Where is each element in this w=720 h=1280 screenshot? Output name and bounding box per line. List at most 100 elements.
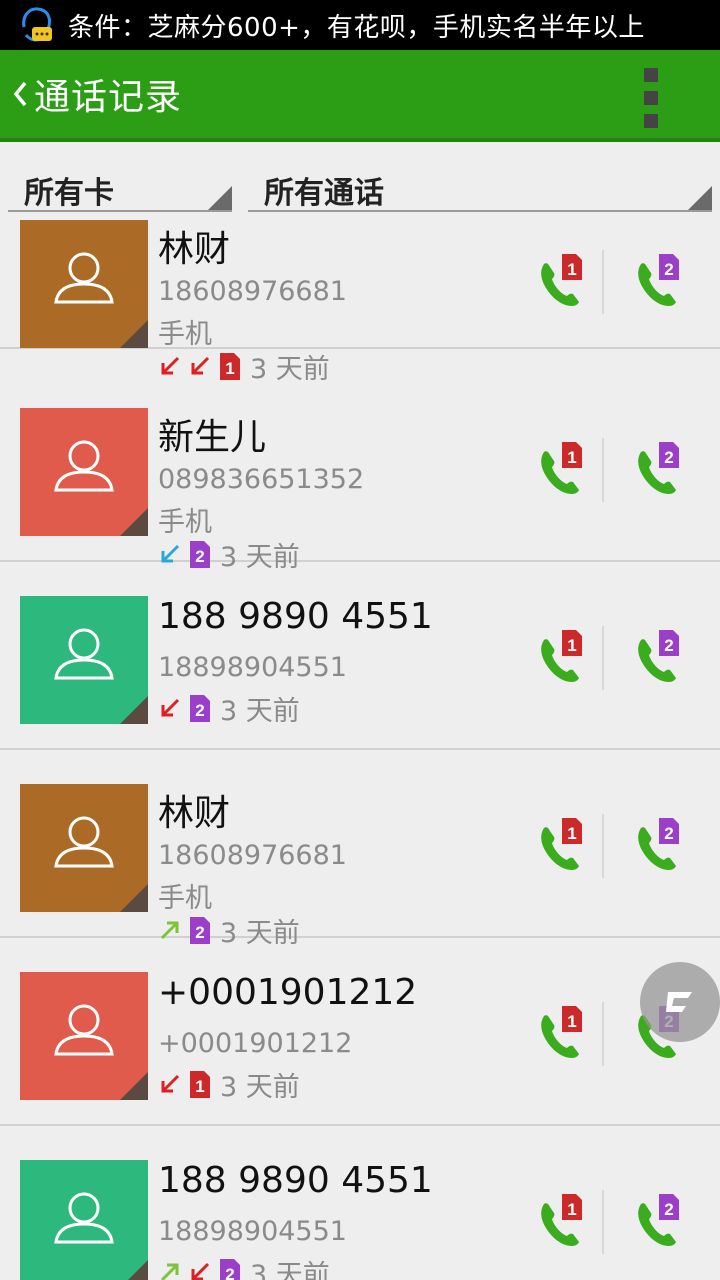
- missed-call-icon: [188, 1260, 212, 1280]
- avatar-corner: [120, 884, 148, 912]
- call-sim1-button[interactable]: 1: [534, 1004, 594, 1064]
- avatar-corner: [120, 508, 148, 536]
- avatar[interactable]: [20, 972, 148, 1100]
- back-button[interactable]: [8, 74, 32, 114]
- call-sim2-button[interactable]: 2: [631, 440, 691, 500]
- phone-sim1-icon: 1: [541, 442, 582, 494]
- phone-number: 18608976681: [158, 276, 347, 307]
- missed-call-icon: [158, 696, 182, 720]
- svg-text:1: 1: [567, 636, 576, 655]
- call-sim1-button[interactable]: 1: [534, 1192, 594, 1252]
- call-sim2-button[interactable]: 2: [631, 252, 691, 312]
- call-meta: 2 3 天前: [158, 692, 300, 727]
- svg-text:2: 2: [664, 824, 673, 843]
- app-toolbar: 通话记录: [0, 50, 720, 142]
- call-row[interactable]: 188 9890 4551 18898904551 2 3 天前 1 2: [0, 1126, 720, 1280]
- button-divider: [602, 1002, 604, 1066]
- svg-text:2: 2: [195, 701, 204, 720]
- number-type-label: 手机: [158, 883, 212, 914]
- status-message: 条件：芝麻分600+，有花呗，手机实名半年以上: [68, 12, 645, 43]
- chat-headset-icon: [22, 7, 52, 42]
- page-title: 通话记录: [34, 77, 183, 118]
- status-bar: 条件：芝麻分600+，有花呗，手机实名半年以上: [0, 0, 720, 50]
- call-row[interactable]: 林财 18608976681 手机 2 3 天前 1 2: [0, 750, 720, 949]
- phone-number: 18898904551: [158, 652, 347, 683]
- avatar-corner: [120, 696, 148, 724]
- phone-number: 18608976681: [158, 840, 347, 871]
- sim2-badge-icon: 2: [220, 1258, 240, 1280]
- call-sim1-button[interactable]: 1: [534, 440, 594, 500]
- phone-number: +0001901212: [158, 1028, 353, 1059]
- call-time: 3 天前: [250, 1259, 330, 1280]
- outgoing-call-icon: [158, 1260, 182, 1280]
- contact-name: 188 9890 4551: [158, 1160, 433, 1201]
- avatar[interactable]: [20, 596, 148, 724]
- sim-card-filter[interactable]: 所有卡: [8, 164, 232, 212]
- call-sim1-button[interactable]: 1: [534, 628, 594, 688]
- call-meta: 1 3 天前: [158, 1068, 300, 1103]
- phone-sim1-icon: 1: [541, 1006, 582, 1058]
- phone-sim1-icon: 1: [541, 818, 582, 870]
- phone-sim2-icon: 2: [638, 1194, 679, 1246]
- overflow-menu-button[interactable]: [644, 68, 660, 128]
- call-log-list[interactable]: 林财 18608976681 手机 1 3 天前 1 2 新生儿 089836651352 手机 2…: [0, 214, 720, 1280]
- phone-sim2-icon: 2: [638, 442, 679, 494]
- svg-text:1: 1: [567, 448, 576, 467]
- floating-assist-icon: [666, 992, 692, 1012]
- svg-text:1: 1: [567, 824, 576, 843]
- svg-text:1: 1: [195, 1077, 204, 1096]
- call-type-filter[interactable]: 所有通话: [248, 164, 712, 212]
- svg-text:2: 2: [664, 448, 673, 467]
- avatar-corner: [120, 320, 148, 348]
- overflow-menu-dot: [644, 114, 658, 128]
- phone-sim1-icon: 1: [541, 630, 582, 682]
- avatar[interactable]: [20, 1160, 148, 1280]
- chevron-left-icon: [13, 81, 27, 107]
- button-divider: [602, 814, 604, 878]
- call-row[interactable]: 林财 18608976681 手机 1 3 天前 1 2: [0, 214, 720, 385]
- call-sim2-button[interactable]: 2: [631, 628, 691, 688]
- button-divider: [602, 438, 604, 502]
- overflow-menu-icon: [644, 68, 658, 82]
- avatar[interactable]: [20, 408, 148, 536]
- call-sim2-button[interactable]: 2: [631, 1192, 691, 1252]
- phone-number: 18898904551: [158, 1216, 347, 1247]
- contact-name: 新生儿: [158, 417, 267, 458]
- number-type-label: 手机: [158, 507, 212, 538]
- avatar[interactable]: [20, 784, 148, 912]
- contact-name: +0001901212: [158, 972, 418, 1013]
- dropdown-triangle-icon: [208, 186, 232, 210]
- sim1-badge-icon: 1: [190, 1070, 210, 1098]
- contact-name: 林财: [158, 793, 231, 834]
- svg-text:2: 2: [664, 260, 673, 279]
- phone-sim1-icon: 1: [541, 254, 582, 306]
- call-sim1-button[interactable]: 1: [534, 816, 594, 876]
- call-row[interactable]: +0001901212+000190121213 天前12: [0, 938, 720, 1126]
- svg-text:2: 2: [225, 1265, 234, 1280]
- svg-text:1: 1: [567, 260, 576, 279]
- overflow-menu-dot: [644, 91, 658, 105]
- call-sim1-button[interactable]: 1: [534, 252, 594, 312]
- svg-text:2: 2: [664, 636, 673, 655]
- call-type-filter-label: 所有通话: [264, 176, 384, 211]
- call-row[interactable]: 188 9890 4551 18898904551 2 3 天前 1 2: [0, 562, 720, 750]
- phone-sim2-icon: 2: [638, 630, 679, 682]
- floating-assist-button[interactable]: [640, 962, 720, 1042]
- phone-sim2-icon: 2: [638, 818, 679, 870]
- call-time: 3 天前: [220, 695, 300, 727]
- missed-call-icon: [158, 1072, 182, 1096]
- avatar[interactable]: [20, 220, 148, 348]
- svg-text:1: 1: [567, 1012, 576, 1031]
- call-sim2-button[interactable]: 2: [631, 816, 691, 876]
- svg-text:1: 1: [567, 1200, 576, 1219]
- avatar-corner: [120, 1072, 148, 1100]
- contact-name: 林财: [158, 229, 231, 270]
- phone-sim1-icon: 1: [541, 1194, 582, 1246]
- sim-card-filter-label: 所有卡: [24, 176, 114, 211]
- call-time: 3 天前: [220, 1071, 300, 1103]
- call-row[interactable]: 新生儿 089836651352 手机 2 3 天前 1 2: [0, 374, 720, 573]
- button-divider: [602, 626, 604, 690]
- button-divider: [602, 1190, 604, 1254]
- contact-name: 188 9890 4551: [158, 596, 433, 637]
- button-divider: [602, 250, 604, 314]
